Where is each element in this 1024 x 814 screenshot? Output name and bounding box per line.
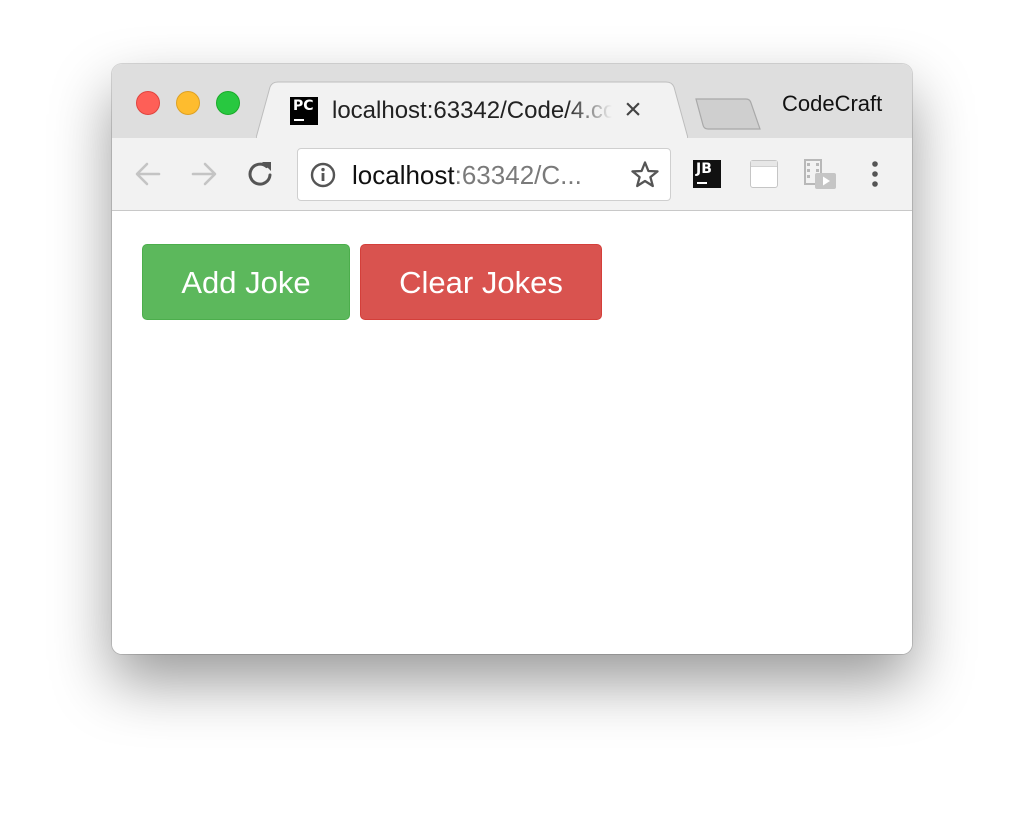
address-bar[interactable]: localhost:63342/C... — [297, 148, 671, 201]
menu-kebab-icon[interactable] — [868, 159, 882, 189]
tab-close-icon[interactable]: × — [620, 95, 646, 125]
info-icon[interactable] — [310, 162, 336, 188]
url-text[interactable]: localhost:63342/C... — [352, 160, 582, 190]
url-host: localhost — [352, 160, 455, 190]
title-bar: PC localhost:63342/Code/4.core-directive… — [112, 64, 912, 138]
browser-window: PC localhost:63342/Code/4.core-directive… — [112, 64, 912, 654]
close-window-button[interactable] — [136, 91, 160, 115]
blank-extension-icon[interactable] — [750, 160, 778, 188]
minimize-window-button[interactable] — [176, 91, 200, 115]
tab-active[interactable]: PC localhost:63342/Code/4.core-directive… — [256, 81, 688, 138]
favicon-text: PC — [293, 98, 314, 114]
toolbar: localhost:63342/C... JB — [112, 138, 912, 211]
jetbrains-extension-icon[interactable]: JB — [693, 160, 721, 188]
new-tab-button[interactable] — [694, 97, 762, 131]
profile-name[interactable]: CodeCraft — [782, 90, 882, 118]
reload-icon[interactable] — [244, 158, 276, 190]
add-joke-button[interactable]: Add Joke — [142, 244, 350, 320]
tab-title: localhost:63342/Code/4.core-directives/3… — [332, 97, 612, 124]
page-content: Add Joke Clear Jokes — [112, 211, 912, 654]
jb-text: JB — [696, 161, 712, 177]
forward-arrow-icon[interactable] — [188, 158, 220, 190]
pycharm-favicon-icon: PC — [290, 97, 318, 125]
clear-jokes-button[interactable]: Clear Jokes — [360, 244, 602, 320]
bookmark-star-icon[interactable] — [630, 160, 660, 190]
zoom-window-button[interactable] — [216, 91, 240, 115]
back-arrow-icon[interactable] — [132, 158, 164, 190]
video-extension-icon[interactable] — [802, 158, 838, 192]
url-path: :63342/C... — [454, 160, 582, 190]
